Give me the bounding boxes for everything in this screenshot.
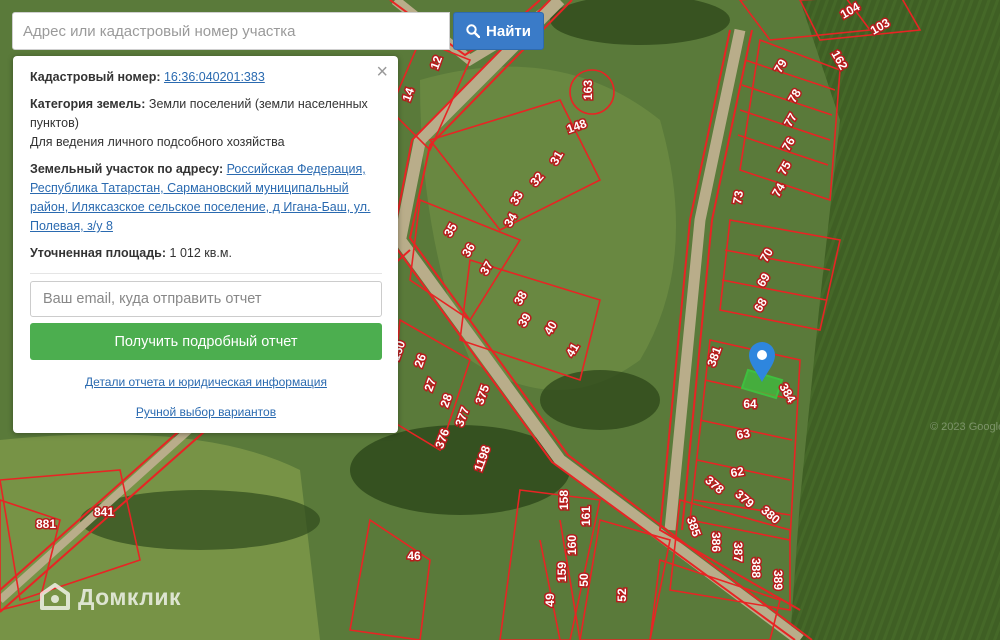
area-label: Уточненная площадь: — [30, 246, 167, 260]
parcel-number-label: 158 — [557, 490, 571, 510]
parcel-number-label: 387 — [731, 542, 745, 562]
manual-selection-link[interactable]: Ручной выбор вариантов — [136, 405, 276, 419]
search-button[interactable]: Найти — [453, 12, 544, 50]
search-button-label: Найти — [486, 22, 531, 40]
manual-link-wrap: Ручной выбор вариантов — [30, 403, 382, 422]
parcel-number-label: 73 — [730, 189, 746, 205]
email-field[interactable] — [30, 281, 382, 317]
search-icon — [466, 24, 481, 38]
logo-text: Домклик — [78, 583, 181, 610]
parcel-number-label: 161 — [579, 506, 593, 526]
usage-value: Для ведения личного подсобного хозяйства — [30, 135, 285, 149]
area-value: 1 012 кв.м. — [169, 246, 232, 260]
address-row: Земельный участок по адресу: Российская … — [30, 160, 382, 236]
details-link-wrap: Детали отчета и юридическая информация — [30, 373, 382, 392]
parcel-number-label: 163 — [581, 80, 595, 100]
domclick-logo-icon — [40, 583, 70, 610]
area-row: Уточненная площадь: 1 012 кв.м. — [30, 244, 382, 263]
category-row: Категория земель: Земли поселений (земли… — [30, 95, 382, 152]
parcel-number-label: 62 — [730, 464, 746, 480]
parcel-number-label: 50 — [577, 573, 591, 587]
parcel-info-panel: × Кадастровый номер: 16:36:040201:383 Ка… — [13, 56, 398, 433]
parcel-number-label: 386 — [709, 532, 723, 552]
parcel-number-label: 841 — [94, 505, 114, 519]
parcel-number-label: 46 — [407, 549, 421, 563]
map-watermark: © 2023 Google — [930, 421, 1000, 433]
search-bar: Найти — [12, 12, 544, 50]
parcel-number-label: 159 — [555, 562, 569, 582]
parcel-number-label: 52 — [615, 588, 629, 602]
parcel-number-label: 63 — [736, 426, 752, 442]
parcel-number-label: 881 — [36, 517, 56, 531]
details-link[interactable]: Детали отчета и юридическая информация — [85, 375, 327, 389]
close-icon[interactable]: × — [376, 62, 388, 82]
parcel-number-label: 160 — [565, 535, 579, 555]
divider — [30, 273, 382, 274]
cadastral-row: Кадастровый номер: 16:36:040201:383 — [30, 68, 382, 87]
parcel-number-label: 64 — [743, 397, 757, 411]
parcel-number-label: 49 — [543, 593, 557, 607]
parcel-number-label: 388 — [749, 558, 763, 578]
tree-cluster — [540, 370, 660, 430]
cadastral-label: Кадастровый номер: — [30, 70, 161, 84]
search-input[interactable] — [12, 12, 450, 50]
parcel-number-label: 389 — [771, 570, 785, 590]
get-report-button[interactable]: Получить подробный отчет — [30, 323, 382, 360]
cadastral-number-link[interactable]: 16:36:040201:383 — [164, 70, 265, 84]
domclick-logo: Домклик — [38, 582, 181, 612]
address-label: Земельный участок по адресу: — [30, 162, 224, 176]
category-label: Категория земель: — [30, 97, 146, 111]
